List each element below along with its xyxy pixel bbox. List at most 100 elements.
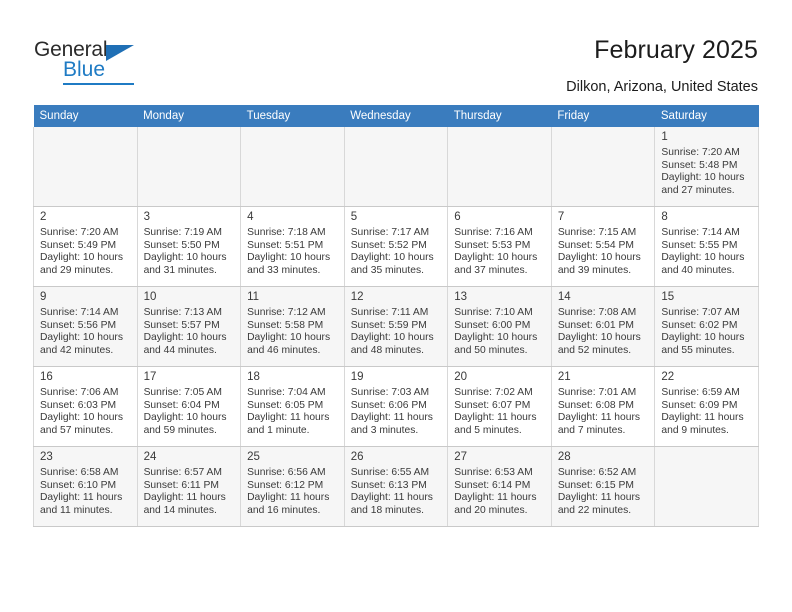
sunrise-text: Sunrise: 7:07 AM [661, 307, 740, 318]
calendar-body: 1 Sunrise: 7:20 AM Sunset: 5:48 PM Daylight… [33, 127, 759, 527]
calendar-day-cell[interactable]: 20 Sunrise: 7:02 AM Sunset: 6:07 PM Dayligh… [447, 366, 552, 447]
calendar-day-cell[interactable]: 9 Sunrise: 7:14 AM Sunset: 5:56 PM Daylight… [33, 286, 138, 367]
calendar-day-cell[interactable]: 21 Sunrise: 7:01 AM Sunset: 6:08 PM Dayligh… [550, 366, 656, 447]
sunset-text: Sunset: 6:09 PM [661, 399, 738, 411]
day-sun-info: Sunrise: 6:55 AM Sunset: 6:13 PM Daylight:… [345, 466, 448, 517]
sunset-text: Sunset: 6:01 PM [557, 319, 634, 331]
sunset-text: Sunset: 6:07 PM [454, 399, 531, 411]
day-number: 15 [661, 291, 675, 303]
calendar-day-cell[interactable]: 14 Sunrise: 7:08 AM Sunset: 6:01 PM Dayligh… [550, 286, 656, 367]
calendar-day-cell[interactable]: 19 Sunrise: 7:03 AM Sunset: 6:06 PM Dayligh… [343, 366, 449, 447]
weekday-header-tuesday: Tuesday [240, 105, 345, 127]
calendar-day-cell[interactable]: 11 Sunrise: 7:12 AM Sunset: 5:58 PM Dayligh… [240, 286, 345, 367]
sunrise-text: Sunrise: 7:02 AM [454, 387, 533, 398]
calendar-day-cell[interactable]: 28 Sunrise: 6:52 AM Sunset: 6:15 PM Dayligh… [550, 446, 656, 527]
day-number: 6 [454, 211, 461, 223]
sunset-text: Sunset: 6:14 PM [454, 479, 531, 491]
sunrise-text: Sunrise: 7:16 AM [454, 227, 533, 238]
daylight-text: Daylight: 11 hours and 11 minutes. [40, 492, 123, 516]
calendar-day-cell[interactable]: 13 Sunrise: 7:10 AM Sunset: 6:00 PM Dayligh… [447, 286, 552, 367]
sunset-text: Sunset: 5:53 PM [454, 239, 531, 251]
general-blue-logo[interactable]: General Blue [34, 38, 164, 86]
calendar-day-cell-empty [240, 127, 345, 207]
calendar-day-cell[interactable]: 2 Sunrise: 7:20 AM Sunset: 5:49 PM Daylight… [33, 206, 138, 287]
sunset-text: Sunset: 6:12 PM [247, 479, 324, 491]
day-number: 2 [40, 211, 47, 223]
daylight-text: Daylight: 11 hours and 7 minutes. [557, 412, 641, 436]
calendar-day-cell[interactable]: 7 Sunrise: 7:15 AM Sunset: 5:54 PM Daylight… [550, 206, 656, 287]
daylight-text: Daylight: 11 hours and 16 minutes. [247, 492, 330, 516]
day-number: 19 [350, 371, 364, 383]
sunset-text: Sunset: 6:04 PM [143, 399, 220, 411]
calendar-day-cell[interactable]: 6 Sunrise: 7:16 AM Sunset: 5:53 PM Daylight… [447, 206, 552, 287]
sunset-text: Sunset: 5:52 PM [350, 239, 427, 251]
calendar-week-row: 23 Sunrise: 6:58 AM Sunset: 6:10 PM Dayligh… [33, 446, 759, 527]
day-sun-info: Sunrise: 7:15 AM Sunset: 5:54 PM Daylight:… [552, 226, 655, 277]
day-sun-info: Sunrise: 7:18 AM Sunset: 5:51 PM Daylight:… [241, 226, 344, 277]
daylight-text: Daylight: 10 hours and 52 minutes. [557, 332, 641, 356]
sunrise-text: Sunrise: 7:14 AM [40, 307, 119, 318]
sunrise-text: Sunrise: 7:11 AM [350, 307, 429, 318]
calendar-day-cell[interactable]: 22 Sunrise: 6:59 AM Sunset: 6:09 PM Dayligh… [654, 366, 759, 447]
day-number: 9 [40, 291, 47, 303]
sunrise-text: Sunrise: 6:59 AM [661, 387, 740, 398]
day-sun-info: Sunrise: 7:11 AM Sunset: 5:59 PM Daylight:… [345, 306, 448, 357]
calendar-day-cell-empty [343, 127, 449, 207]
day-sun-info: Sunrise: 7:17 AM Sunset: 5:52 PM Daylight:… [345, 226, 448, 277]
calendar-day-cell-empty [33, 127, 138, 207]
day-number: 18 [247, 371, 260, 383]
calendar-day-cell[interactable]: 15 Sunrise: 7:07 AM Sunset: 6:02 PM Dayligh… [654, 286, 759, 367]
day-number: 8 [661, 211, 668, 223]
weekday-header-saturday: Saturday [654, 105, 759, 127]
daylight-text: Daylight: 10 hours and 48 minutes. [350, 332, 434, 356]
calendar-day-cell[interactable]: 12 Sunrise: 7:11 AM Sunset: 5:59 PM Dayligh… [343, 286, 449, 367]
sunset-text: Sunset: 5:56 PM [40, 319, 117, 331]
weekday-header-sunday: Sunday [33, 105, 138, 127]
day-sun-info: Sunrise: 6:56 AM Sunset: 6:12 PM Daylight:… [241, 466, 344, 517]
weekday-header-friday: Friday [551, 105, 655, 127]
day-sun-info: Sunrise: 7:04 AM Sunset: 6:05 PM Daylight:… [241, 386, 344, 437]
day-number: 25 [247, 451, 260, 463]
calendar-week-row: 16 Sunrise: 7:06 AM Sunset: 6:03 PM Dayligh… [33, 366, 759, 447]
daylight-text: Daylight: 10 hours and 57 minutes. [40, 412, 123, 436]
calendar-day-cell[interactable]: 25 Sunrise: 6:56 AM Sunset: 6:12 PM Dayligh… [240, 446, 345, 527]
calendar-day-cell[interactable]: 10 Sunrise: 7:13 AM Sunset: 5:57 PM Dayligh… [136, 286, 242, 367]
day-sun-info: Sunrise: 7:14 AM Sunset: 5:55 PM Daylight:… [655, 226, 758, 277]
calendar-day-cell[interactable]: 5 Sunrise: 7:17 AM Sunset: 5:52 PM Daylight… [343, 206, 449, 287]
daylight-text: Daylight: 10 hours and 35 minutes. [350, 252, 434, 276]
day-sun-info: Sunrise: 7:08 AM Sunset: 6:01 PM Daylight:… [552, 306, 655, 357]
calendar-day-cell[interactable]: 26 Sunrise: 6:55 AM Sunset: 6:13 PM Dayligh… [343, 446, 449, 527]
calendar-day-cell[interactable]: 4 Sunrise: 7:18 AM Sunset: 5:51 PM Daylight… [240, 206, 345, 287]
sunrise-text: Sunrise: 7:10 AM [454, 307, 533, 318]
day-number: 5 [350, 211, 358, 223]
calendar-day-cell[interactable]: 17 Sunrise: 7:05 AM Sunset: 6:04 PM Dayligh… [136, 366, 242, 447]
daylight-text: Daylight: 10 hours and 27 minutes. [661, 172, 745, 196]
daylight-text: Daylight: 11 hours and 1 minute. [247, 412, 330, 436]
calendar-day-cell[interactable]: 8 Sunrise: 7:14 AM Sunset: 5:55 PM Daylight… [654, 206, 759, 287]
calendar-day-cell[interactable]: 23 Sunrise: 6:58 AM Sunset: 6:10 PM Dayligh… [33, 446, 138, 527]
day-number: 14 [557, 291, 571, 303]
calendar-day-cell[interactable]: 27 Sunrise: 6:53 AM Sunset: 6:14 PM Dayligh… [447, 446, 552, 527]
daylight-text: Daylight: 10 hours and 37 minutes. [454, 252, 538, 276]
calendar-day-cell[interactable]: 24 Sunrise: 6:57 AM Sunset: 6:11 PM Dayligh… [136, 446, 242, 527]
calendar-day-cell[interactable]: 3 Sunrise: 7:19 AM Sunset: 5:50 PM Daylight… [136, 206, 242, 287]
daylight-text: Daylight: 11 hours and 22 minutes. [557, 492, 641, 516]
sunset-text: Sunset: 6:06 PM [350, 399, 427, 411]
day-number: 21 [557, 371, 571, 383]
calendar-day-cell[interactable]: 1 Sunrise: 7:20 AM Sunset: 5:48 PM Daylight… [654, 127, 759, 207]
weekday-header-wednesday: Wednesday [344, 105, 448, 127]
sunset-text: Sunset: 5:59 PM [350, 319, 427, 331]
sunrise-text: Sunrise: 6:58 AM [40, 467, 119, 478]
day-sun-info: Sunrise: 7:20 AM Sunset: 5:48 PM Daylight:… [655, 146, 758, 197]
day-number: 22 [661, 371, 675, 383]
sunrise-text: Sunrise: 7:01 AM [557, 387, 637, 398]
calendar-day-cell[interactable]: 18 Sunrise: 7:04 AM Sunset: 6:05 PM Dayligh… [240, 366, 345, 447]
sunset-text: Sunset: 6:11 PM [143, 479, 219, 491]
triangle-icon [106, 45, 134, 61]
sunset-text: Sunset: 6:00 PM [454, 319, 531, 331]
calendar-day-cell[interactable]: 16 Sunrise: 7:06 AM Sunset: 6:03 PM Dayligh… [33, 366, 138, 447]
day-number: 1 [661, 131, 668, 143]
daylight-text: Daylight: 11 hours and 5 minutes. [454, 412, 537, 436]
calendar-header-row: Sunday Monday Tuesday Wednesday Thursday… [33, 105, 759, 127]
page-subtitle: Dilkon, Arizona, United States [566, 79, 758, 95]
